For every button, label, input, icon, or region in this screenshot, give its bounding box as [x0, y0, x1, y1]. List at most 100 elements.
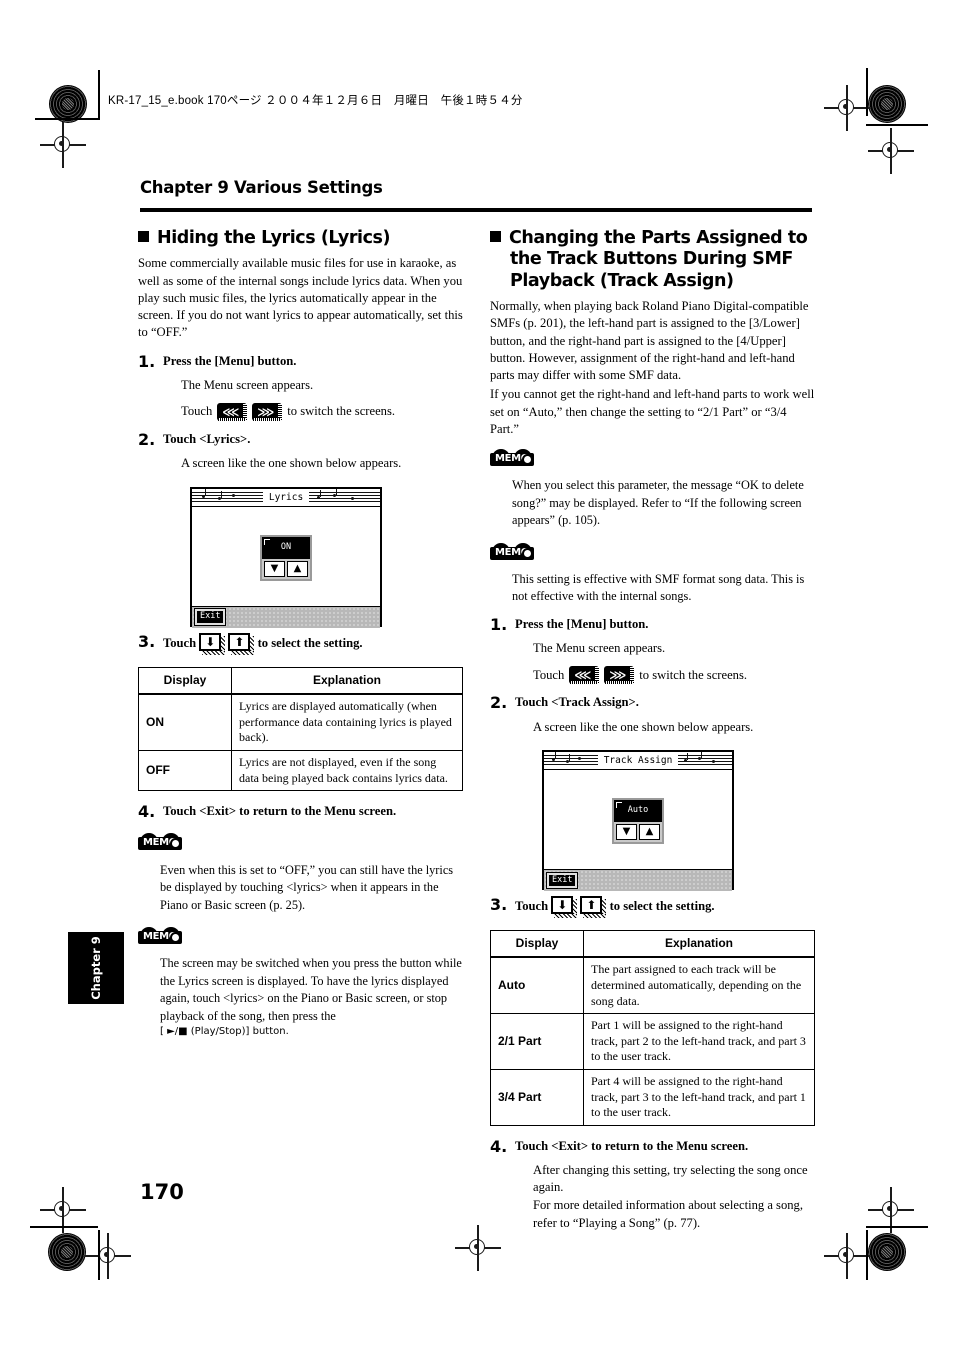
memo-block-1: MEMO When you select this parameter, the…	[490, 449, 815, 530]
memo-text: When you select this parameter, the mess…	[512, 477, 815, 529]
value-display: Auto	[614, 799, 662, 822]
down-arrow-icon[interactable]: ⬇	[551, 895, 578, 918]
print-slug: KR-17_15_e.book 170ページ ２００４年１２月６日 月曜日 午後…	[108, 95, 523, 107]
registration-mark-bottom-right	[824, 1233, 870, 1279]
lcd-exit-button[interactable]: Exit	[193, 608, 227, 626]
step-number: 4.	[138, 802, 156, 822]
registration-mark-top-left	[40, 122, 86, 168]
touch-prefix-label: Touch	[533, 667, 565, 682]
lcd-down-arrow-button[interactable]: ▼	[264, 560, 285, 577]
step-number: 1.	[490, 614, 508, 634]
cell-display-value: 3/4 Part	[490, 1068, 584, 1126]
registration-mark-bottom-left	[85, 1233, 131, 1279]
table-row: 3/4 Part Part 4 will be assigned to the …	[490, 1068, 815, 1126]
memo-badge-icon: MEMO	[490, 449, 534, 468]
step-number: 3.	[490, 894, 508, 914]
step-subtext: The Menu screen appears.	[181, 377, 463, 394]
step-title: Press the [Menu] button.	[515, 616, 649, 631]
step-title-suffix: to select the setting.	[257, 635, 363, 650]
step-title: Touch <Exit> to return to the Menu scree…	[515, 1138, 749, 1153]
staff-decoration-left	[544, 751, 598, 767]
chapter-rule	[140, 208, 812, 212]
lcd-up-arrow-button[interactable]: ▲	[639, 823, 660, 840]
step-title-prefix: Touch	[515, 898, 549, 913]
lcd-down-arrow-button[interactable]: ▼	[616, 823, 637, 840]
chapter-side-tab: Chapter 9	[68, 932, 124, 1004]
table-header-row: Display Explanation	[490, 929, 815, 959]
step-title-suffix: to select the setting.	[609, 898, 715, 913]
table-row: OFF Lyrics are not displayed, even if th…	[138, 749, 463, 792]
step-title-prefix: Touch	[163, 635, 197, 650]
step-4-track-assign: 4. Touch <Exit> to return to the Menu sc…	[490, 1136, 815, 1232]
memo-badge-icon: MEMO	[490, 542, 534, 562]
value-display: ON	[262, 536, 310, 559]
prev-screen-icon[interactable]: ⋘	[217, 403, 248, 422]
right-column: Changing the Parts Assigned to the Track…	[490, 228, 815, 1233]
cell-explanation: Lyrics are displayed automatically (when…	[231, 693, 463, 751]
step-number: 4.	[490, 1136, 508, 1156]
lcd-footer-bar: Exit	[192, 605, 380, 628]
play-stop-button-note: [ ►/■ (Play/Stop)] button.	[160, 1026, 289, 1038]
step-title: Touch <Lyrics>.	[163, 432, 251, 447]
step-1-lyrics: 1. Press the [Menu] button. The Menu scr…	[138, 352, 463, 422]
cell-explanation: Part 4 will be assigned to the right-han…	[583, 1068, 815, 1126]
section-heading-track-assign: Changing the Parts Assigned to the Track…	[490, 228, 815, 292]
table-header-row: Display Explanation	[138, 666, 463, 696]
next-screen-icon[interactable]: ⋙	[252, 403, 283, 422]
memo-paragraph: This setting is effective with SMF forma…	[512, 571, 805, 604]
section-heading-text: Changing the Parts Assigned to the Track…	[509, 228, 808, 291]
step-3-track-assign: 3. Touch ⬇ ⬆ to select the setting.	[490, 894, 815, 918]
step-3-lyrics: 3. Touch ⬇ ⬆ to select the setting.	[138, 632, 463, 655]
track-assign-intro-2: If you cannot get the right-hand and lef…	[490, 387, 815, 436]
trim-line-bottom-left-h	[30, 1226, 98, 1228]
down-arrow-icon[interactable]: ⬇	[199, 632, 226, 655]
up-arrow-glyph: ⬆	[234, 634, 245, 649]
trim-line-top-right-v	[866, 68, 868, 116]
step-2-lyrics: 2. Touch <Lyrics>. A screen like the one…	[138, 430, 463, 473]
registration-mark-top-right	[824, 85, 870, 131]
density-patch-bottom-left	[48, 1233, 86, 1271]
trim-line-bottom-right-h	[866, 1226, 928, 1228]
lyrics-settings-table: Display Explanation ON Lyrics are displa…	[138, 666, 463, 792]
cell-explanation: Part 1 will be assigned to the right-han…	[583, 1013, 815, 1070]
memo-paragraph: Even when this is set to “OFF,” you can …	[160, 862, 454, 912]
step-2-track-assign: 2. Touch <Track Assign>. A screen like t…	[490, 693, 815, 736]
up-arrow-icon[interactable]: ⬆	[228, 632, 255, 655]
column-header-explanation: Explanation	[231, 666, 463, 696]
step-sub-line-1: After changing this setting, try selecti…	[533, 1162, 808, 1195]
value-selector-track-assign: Auto ▼ ▲	[612, 797, 664, 844]
lcd-up-arrow-button[interactable]: ▲	[287, 560, 308, 577]
left-column: Hiding the Lyrics (Lyrics) Some commerci…	[138, 228, 463, 1039]
up-arrow-glyph: ⬆	[586, 897, 597, 912]
lcd-footer-bar: Exit	[544, 868, 732, 891]
section-heading-text: Hiding the Lyrics (Lyrics)	[157, 228, 391, 248]
memo-badge-icon: MEMO	[138, 833, 182, 852]
next-screen-icon[interactable]: ⋙	[604, 666, 635, 685]
table-row: ON Lyrics are displayed automatically (w…	[138, 693, 463, 751]
memo-block-2: MEMO The screen may be switched when you…	[138, 927, 463, 1039]
step-title: Press the [Menu] button.	[163, 353, 297, 368]
step-subtext: After changing this setting, try selecti…	[533, 1162, 815, 1232]
step-subtext: A screen like the one shown below appear…	[181, 455, 463, 472]
step-title: Touch <Track Assign>.	[515, 695, 639, 710]
staff-decoration-right	[678, 751, 732, 767]
value-selector-lyrics: ON ▼ ▲	[260, 534, 312, 581]
column-header-display: Display	[490, 929, 584, 959]
down-arrow-glyph: ⬇	[557, 897, 568, 912]
lcd-screen-lyrics: Lyrics ON ▼ ▲ Exit	[190, 486, 382, 628]
section-heading-lyrics: Hiding the Lyrics (Lyrics)	[138, 228, 463, 249]
cell-display-value: Auto	[490, 956, 584, 1015]
value-arrow-row: ▼ ▲	[614, 822, 662, 842]
touch-instruction-row: Touch ⋘ ⋙ to switch the screens.	[181, 403, 463, 422]
staff-decoration-left	[192, 488, 263, 504]
touch-instruction-row: Touch ⋘ ⋙ to switch the screens.	[533, 666, 815, 685]
step-title: Touch <Exit> to return to the Menu scree…	[163, 804, 397, 819]
lcd-exit-button[interactable]: Exit	[545, 871, 579, 889]
trim-line-top-right-h	[866, 124, 928, 126]
memo-paragraph: The screen may be switched when you pres…	[160, 956, 462, 1023]
prev-screen-icon[interactable]: ⋘	[569, 666, 600, 685]
lcd-title-bar: Lyrics	[192, 488, 380, 507]
step-1-track-assign: 1. Press the [Menu] button. The Menu scr…	[490, 614, 815, 685]
up-arrow-icon[interactable]: ⬆	[580, 895, 607, 918]
table-row: Auto The part assigned to each track wil…	[490, 956, 815, 1015]
